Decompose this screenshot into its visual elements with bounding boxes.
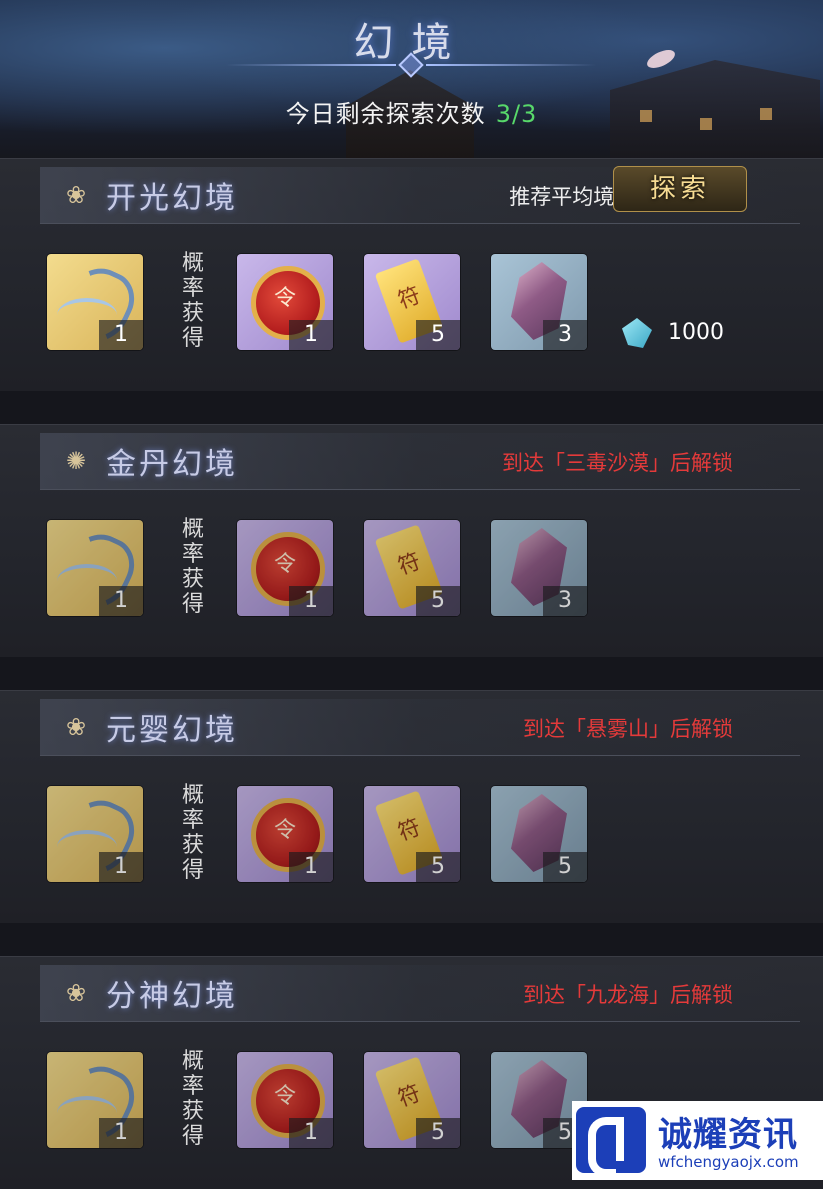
probability-char: 概	[181, 517, 204, 542]
reward-item[interactable]: 符5	[364, 254, 460, 350]
explore-button[interactable]: 探索	[613, 166, 747, 212]
reward-item[interactable]: 5	[491, 786, 587, 882]
reward-quantity: 1	[289, 320, 333, 350]
reward-quantity: 1	[99, 320, 143, 350]
reward-row: 1概率获得令1符53	[0, 517, 823, 617]
remaining-value: 3/3	[495, 100, 538, 128]
lotus-flame-icon: ❀	[65, 979, 87, 1007]
probability-label: 概率获得	[178, 1049, 208, 1149]
reward-item[interactable]: 令1	[237, 254, 333, 350]
probability-char: 率	[181, 276, 204, 301]
reward-item[interactable]: 令1	[237, 520, 333, 616]
watermark-brand: 诚耀资讯	[658, 1115, 798, 1155]
title-divider-left	[226, 64, 396, 66]
reward-quantity: 5	[416, 586, 460, 616]
reward-quantity: 3	[543, 320, 587, 350]
reward-item[interactable]: 3	[491, 520, 587, 616]
probability-label: 概率获得	[178, 517, 208, 617]
reward-item[interactable]: 符5	[364, 1052, 460, 1148]
probability-char: 率	[181, 808, 204, 833]
realm-name: 开光幻境	[106, 181, 238, 216]
reward-quantity: 5	[416, 852, 460, 882]
realm-name: 分神幻境	[106, 979, 238, 1014]
watermark: 诚耀资讯 wfchengyaojx.com	[572, 1101, 823, 1180]
probability-char: 获	[181, 301, 204, 326]
watermark-url: wfchengyaojx.com	[658, 1153, 799, 1171]
red-medal-icon: 令	[273, 818, 296, 843]
probability-char: 率	[181, 542, 204, 567]
reward-quantity: 1	[99, 852, 143, 882]
probability-char: 得	[181, 858, 204, 883]
reward-quantity: 1	[289, 1118, 333, 1148]
realm-section: ❀ 元婴幻境 到达「悬雾山」后解锁 1 概率获得令 1 符 5 5	[0, 690, 823, 923]
probability-char: 概	[181, 783, 204, 808]
probability-char: 得	[181, 326, 204, 351]
probability-char: 获	[181, 833, 204, 858]
red-medal-icon: 令	[273, 1084, 296, 1109]
reward-item[interactable]: 1	[47, 786, 143, 882]
reward-item[interactable]: 令1	[237, 786, 333, 882]
header-banner: 幻境 今日剩余探索次数 3/3	[0, 0, 823, 160]
red-medal-icon: 令	[273, 552, 296, 577]
reward-item[interactable]: 1	[47, 1052, 143, 1148]
reward-item[interactable]: 1	[47, 520, 143, 616]
probability-char: 得	[181, 1124, 204, 1149]
unlock-requirement: 到达「三毒沙漠」后解锁	[502, 451, 733, 475]
brand-logo	[576, 1107, 646, 1177]
probability-char: 概	[181, 1049, 204, 1074]
probability-label: 概率获得	[178, 251, 208, 351]
reward-item[interactable]: 符5	[364, 520, 460, 616]
realm-name: 金丹幻境	[106, 447, 238, 482]
reward-item[interactable]: 符5	[364, 786, 460, 882]
probability-char: 率	[181, 1074, 204, 1099]
lotus-flame-icon: ❀	[65, 181, 87, 209]
lotus-flame-icon: ❀	[65, 713, 87, 741]
reward-row: 1概率获得令1符55	[0, 783, 823, 883]
sun-core-icon: ✺	[65, 447, 87, 475]
probability-char: 得	[181, 592, 204, 617]
red-medal-icon: 令	[273, 286, 296, 311]
realm-name: 元婴幻境	[106, 713, 238, 748]
reward-quantity: 5	[416, 1118, 460, 1148]
reward-quantity: 1	[289, 852, 333, 882]
reward-quantity: 5	[543, 852, 587, 882]
reward-quantity: 1	[289, 586, 333, 616]
reward-item[interactable]: 3	[491, 254, 587, 350]
remaining-counter: 今日剩余探索次数 3/3	[0, 94, 823, 129]
probability-char: 获	[181, 1099, 204, 1124]
reward-quantity: 1	[99, 1118, 143, 1148]
probability-char: 概	[181, 251, 204, 276]
explore-cost: 1000	[668, 320, 724, 345]
reward-item[interactable]: 令1	[237, 1052, 333, 1148]
reward-quantity: 5	[416, 320, 460, 350]
remaining-label: 今日剩余探索次数	[285, 100, 486, 128]
reward-quantity: 1	[99, 586, 143, 616]
unlock-requirement: 到达「悬雾山」后解锁	[523, 717, 733, 741]
reward-quantity: 3	[543, 586, 587, 616]
unlock-requirement: 到达「九龙海」后解锁	[523, 983, 733, 1007]
title-divider-right	[426, 64, 596, 66]
reward-item[interactable]: 1	[47, 254, 143, 350]
probability-char: 获	[181, 567, 204, 592]
probability-label: 概率获得	[178, 783, 208, 883]
realm-section: ✺ 金丹幻境 到达「三毒沙漠」后解锁 1 概率获得令 1 符 5 3	[0, 424, 823, 657]
